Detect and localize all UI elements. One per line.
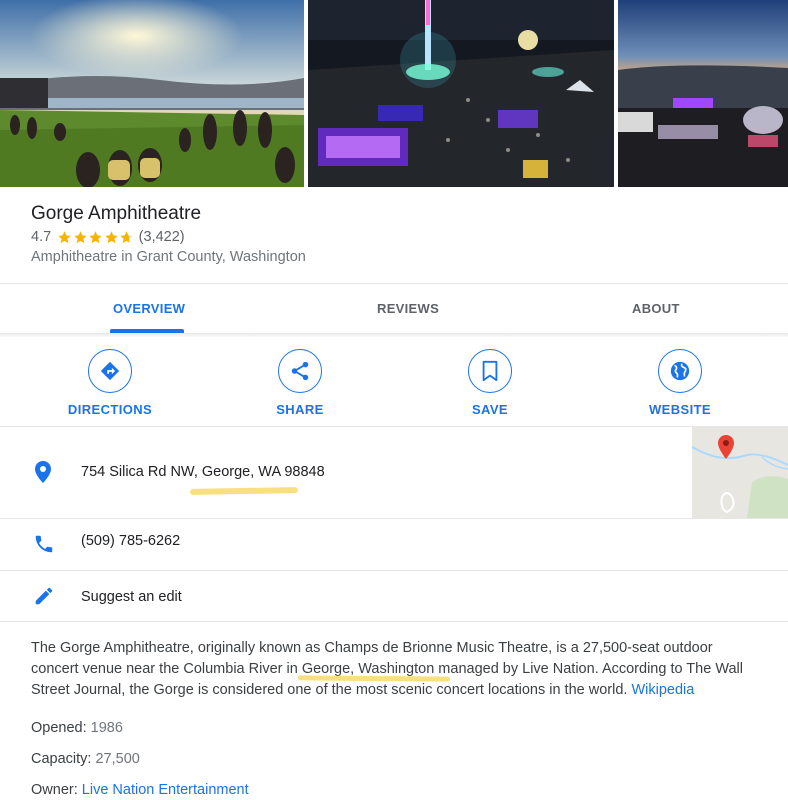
star-icon	[104, 230, 118, 243]
photo-carousel[interactable]	[0, 0, 788, 187]
photo-sunset-lawn[interactable]	[0, 0, 304, 187]
location-pin-icon	[33, 460, 53, 489]
globe-icon	[658, 349, 702, 393]
place-category: Amphitheatre in Grant County, Washington	[31, 249, 306, 265]
phone-number: (509) 785-6262	[81, 533, 181, 549]
star-icon	[73, 230, 87, 243]
owner-link[interactable]: Live Nation Entertainment	[82, 782, 249, 798]
fact-owner: Owner: Live Nation Entertainment	[31, 782, 249, 798]
capacity-label: Capacity:	[31, 751, 92, 767]
website-button[interactable]: WEBSITE	[610, 349, 750, 417]
tab-about[interactable]: ABOUT	[632, 301, 680, 316]
address-text: 754 Silica Rd NW, George, WA 98848	[81, 464, 325, 480]
bookmark-icon	[468, 349, 512, 393]
wikipedia-link[interactable]: Wikipedia	[631, 682, 694, 698]
directions-button[interactable]: DIRECTIONS	[40, 349, 180, 417]
capacity-value: 27,500	[95, 751, 140, 767]
tab-bar: OVERVIEW REVIEWS ABOUT	[0, 284, 788, 332]
rating-stars	[57, 230, 135, 245]
rating-row[interactable]: 4.7 (3,422)	[31, 228, 185, 246]
directions-label: DIRECTIONS	[67, 402, 153, 417]
map-thumbnail[interactable]	[692, 427, 788, 518]
website-label: WEBSITE	[648, 402, 712, 417]
star-icon	[58, 230, 71, 243]
address-row[interactable]: 754 Silica Rd NW, George, WA 98848	[0, 427, 788, 518]
fact-opened: Opened: 1986	[31, 720, 123, 736]
place-title: Gorge Amphitheatre	[31, 203, 202, 224]
opened-value: 1986	[90, 720, 123, 736]
share-icon	[278, 349, 322, 393]
suggest-edit-label: Suggest an edit	[81, 589, 182, 605]
tab-overview[interactable]: OVERVIEW	[113, 301, 185, 316]
suggest-edit-row[interactable]: Suggest an edit	[0, 571, 788, 621]
save-button[interactable]: SAVE	[420, 349, 560, 417]
fact-capacity: Capacity: 27,500	[31, 751, 140, 767]
opened-label: Opened:	[31, 720, 87, 736]
tab-reviews[interactable]: REVIEWS	[377, 301, 439, 316]
share-label: SHARE	[276, 402, 324, 417]
tab-shadow	[0, 333, 788, 337]
star-icon	[120, 230, 133, 243]
directions-icon	[88, 349, 132, 393]
save-label: SAVE	[471, 402, 509, 417]
photo-festival-night[interactable]	[308, 0, 614, 187]
pencil-icon	[33, 585, 55, 612]
photo-dusk-venue[interactable]	[618, 0, 788, 187]
place-description: The Gorge Amphitheatre, originally known…	[31, 638, 761, 701]
star-icon	[89, 230, 102, 243]
phone-row[interactable]: (509) 785-6262	[0, 519, 788, 570]
phone-icon	[33, 533, 55, 560]
owner-label: Owner:	[31, 782, 78, 798]
share-button[interactable]: SHARE	[230, 349, 370, 417]
divider	[0, 621, 788, 622]
reviews-count[interactable]: (3,422)	[139, 229, 185, 245]
rating-value: 4.7	[31, 229, 52, 245]
